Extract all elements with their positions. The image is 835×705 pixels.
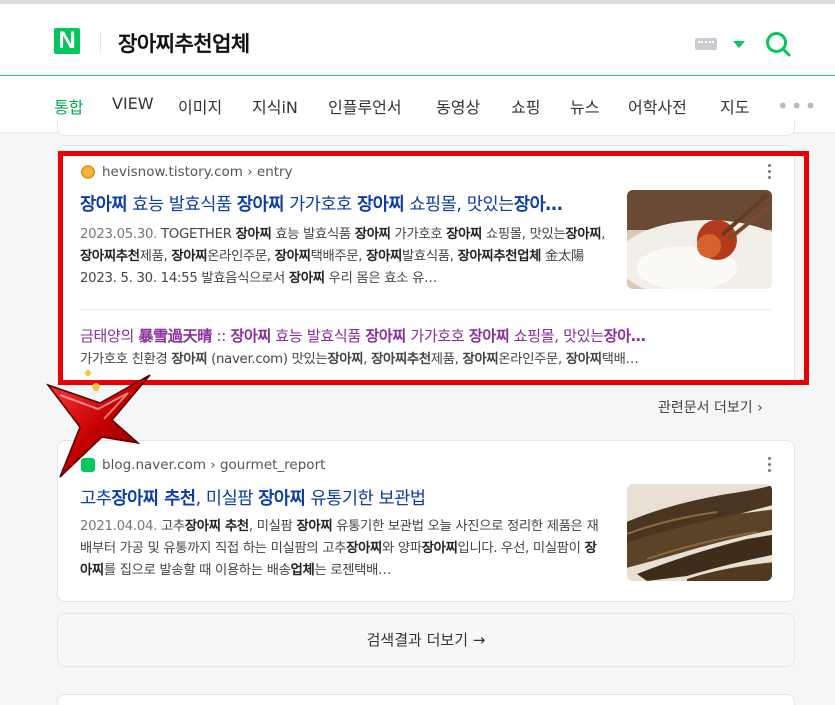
keyboard-icon[interactable] xyxy=(695,38,717,50)
highlighted-keyword: 장아찌 추천 xyxy=(184,519,249,534)
tab-dictionary[interactable]: 어학사전 xyxy=(628,94,687,118)
highlight-box xyxy=(58,151,809,385)
tab-view[interactable]: VIEW xyxy=(112,94,154,113)
result-thumbnail[interactable] xyxy=(627,484,772,581)
text-fragment: 고추 xyxy=(157,519,185,534)
text-fragment: 와 양파 xyxy=(381,541,422,556)
search-header: N 장아찌추천업체 xyxy=(0,0,835,76)
chevron-right-icon: › xyxy=(757,400,763,416)
highlighted-keyword: 업체 xyxy=(290,563,315,578)
kebab-icon[interactable] xyxy=(768,457,772,473)
text-fragment: 입니다. 우선, 미실팜이 xyxy=(457,541,585,556)
tab-integrated[interactable]: 통합 xyxy=(54,94,83,118)
text-fragment: 고추 xyxy=(80,489,112,509)
highlighted-keyword: 장아찌 xyxy=(296,519,333,534)
result-snippet: 2021.04.04. 고추장아찌 추천, 미실팜 장아찌 유통기한 보관법 오… xyxy=(80,516,606,582)
tab-shopping[interactable]: 쇼핑 xyxy=(511,94,540,118)
text-fragment: 를 집으로 발송할 때 이용하는 배송 xyxy=(103,563,291,578)
highlighted-keyword: 장아찌 xyxy=(421,541,458,556)
next-card xyxy=(57,694,795,705)
tab-images[interactable]: 이미지 xyxy=(178,94,222,118)
previous-card xyxy=(57,120,795,136)
result-date: 2021.04.04. xyxy=(80,519,158,534)
result-title[interactable]: 고추장아찌 추천, 미실팜 장아찌 유통기한 보관법 xyxy=(80,485,610,510)
arrow-right-icon: → xyxy=(472,631,486,649)
pointer-arrow-graphic xyxy=(45,370,151,478)
tab-video[interactable]: 동영상 xyxy=(436,94,480,118)
naver-logo[interactable]: N xyxy=(54,28,80,54)
text-fragment: , 미실팜 xyxy=(195,489,259,509)
text-fragment: 는 로젠택배… xyxy=(314,563,392,578)
tab-kin[interactable]: 지식iN xyxy=(252,94,298,118)
search-query[interactable]: 장아찌추천업체 xyxy=(118,28,250,58)
search-icon[interactable] xyxy=(765,31,791,57)
text-fragment: , 미실팜 xyxy=(248,519,297,534)
tab-news[interactable]: 뉴스 xyxy=(570,94,599,118)
highlighted-keyword: 장아찌 추천 xyxy=(111,489,196,509)
related-more-link[interactable]: 관련문서 더보기 › xyxy=(658,397,763,417)
more-results-button[interactable]: 검색결과 더보기 → xyxy=(57,613,795,667)
chevron-down-icon[interactable] xyxy=(733,41,745,48)
tab-influencer[interactable]: 인플루언서 xyxy=(328,94,402,118)
tab-map[interactable]: 지도 xyxy=(720,94,749,118)
text-fragment: 유통기한 보관법 xyxy=(305,489,426,509)
highlighted-keyword: 장아찌 xyxy=(346,541,382,556)
highlighted-keyword: 장아찌 xyxy=(258,489,306,509)
divider xyxy=(100,31,101,53)
more-dots-icon[interactable]: ••• xyxy=(777,96,818,116)
